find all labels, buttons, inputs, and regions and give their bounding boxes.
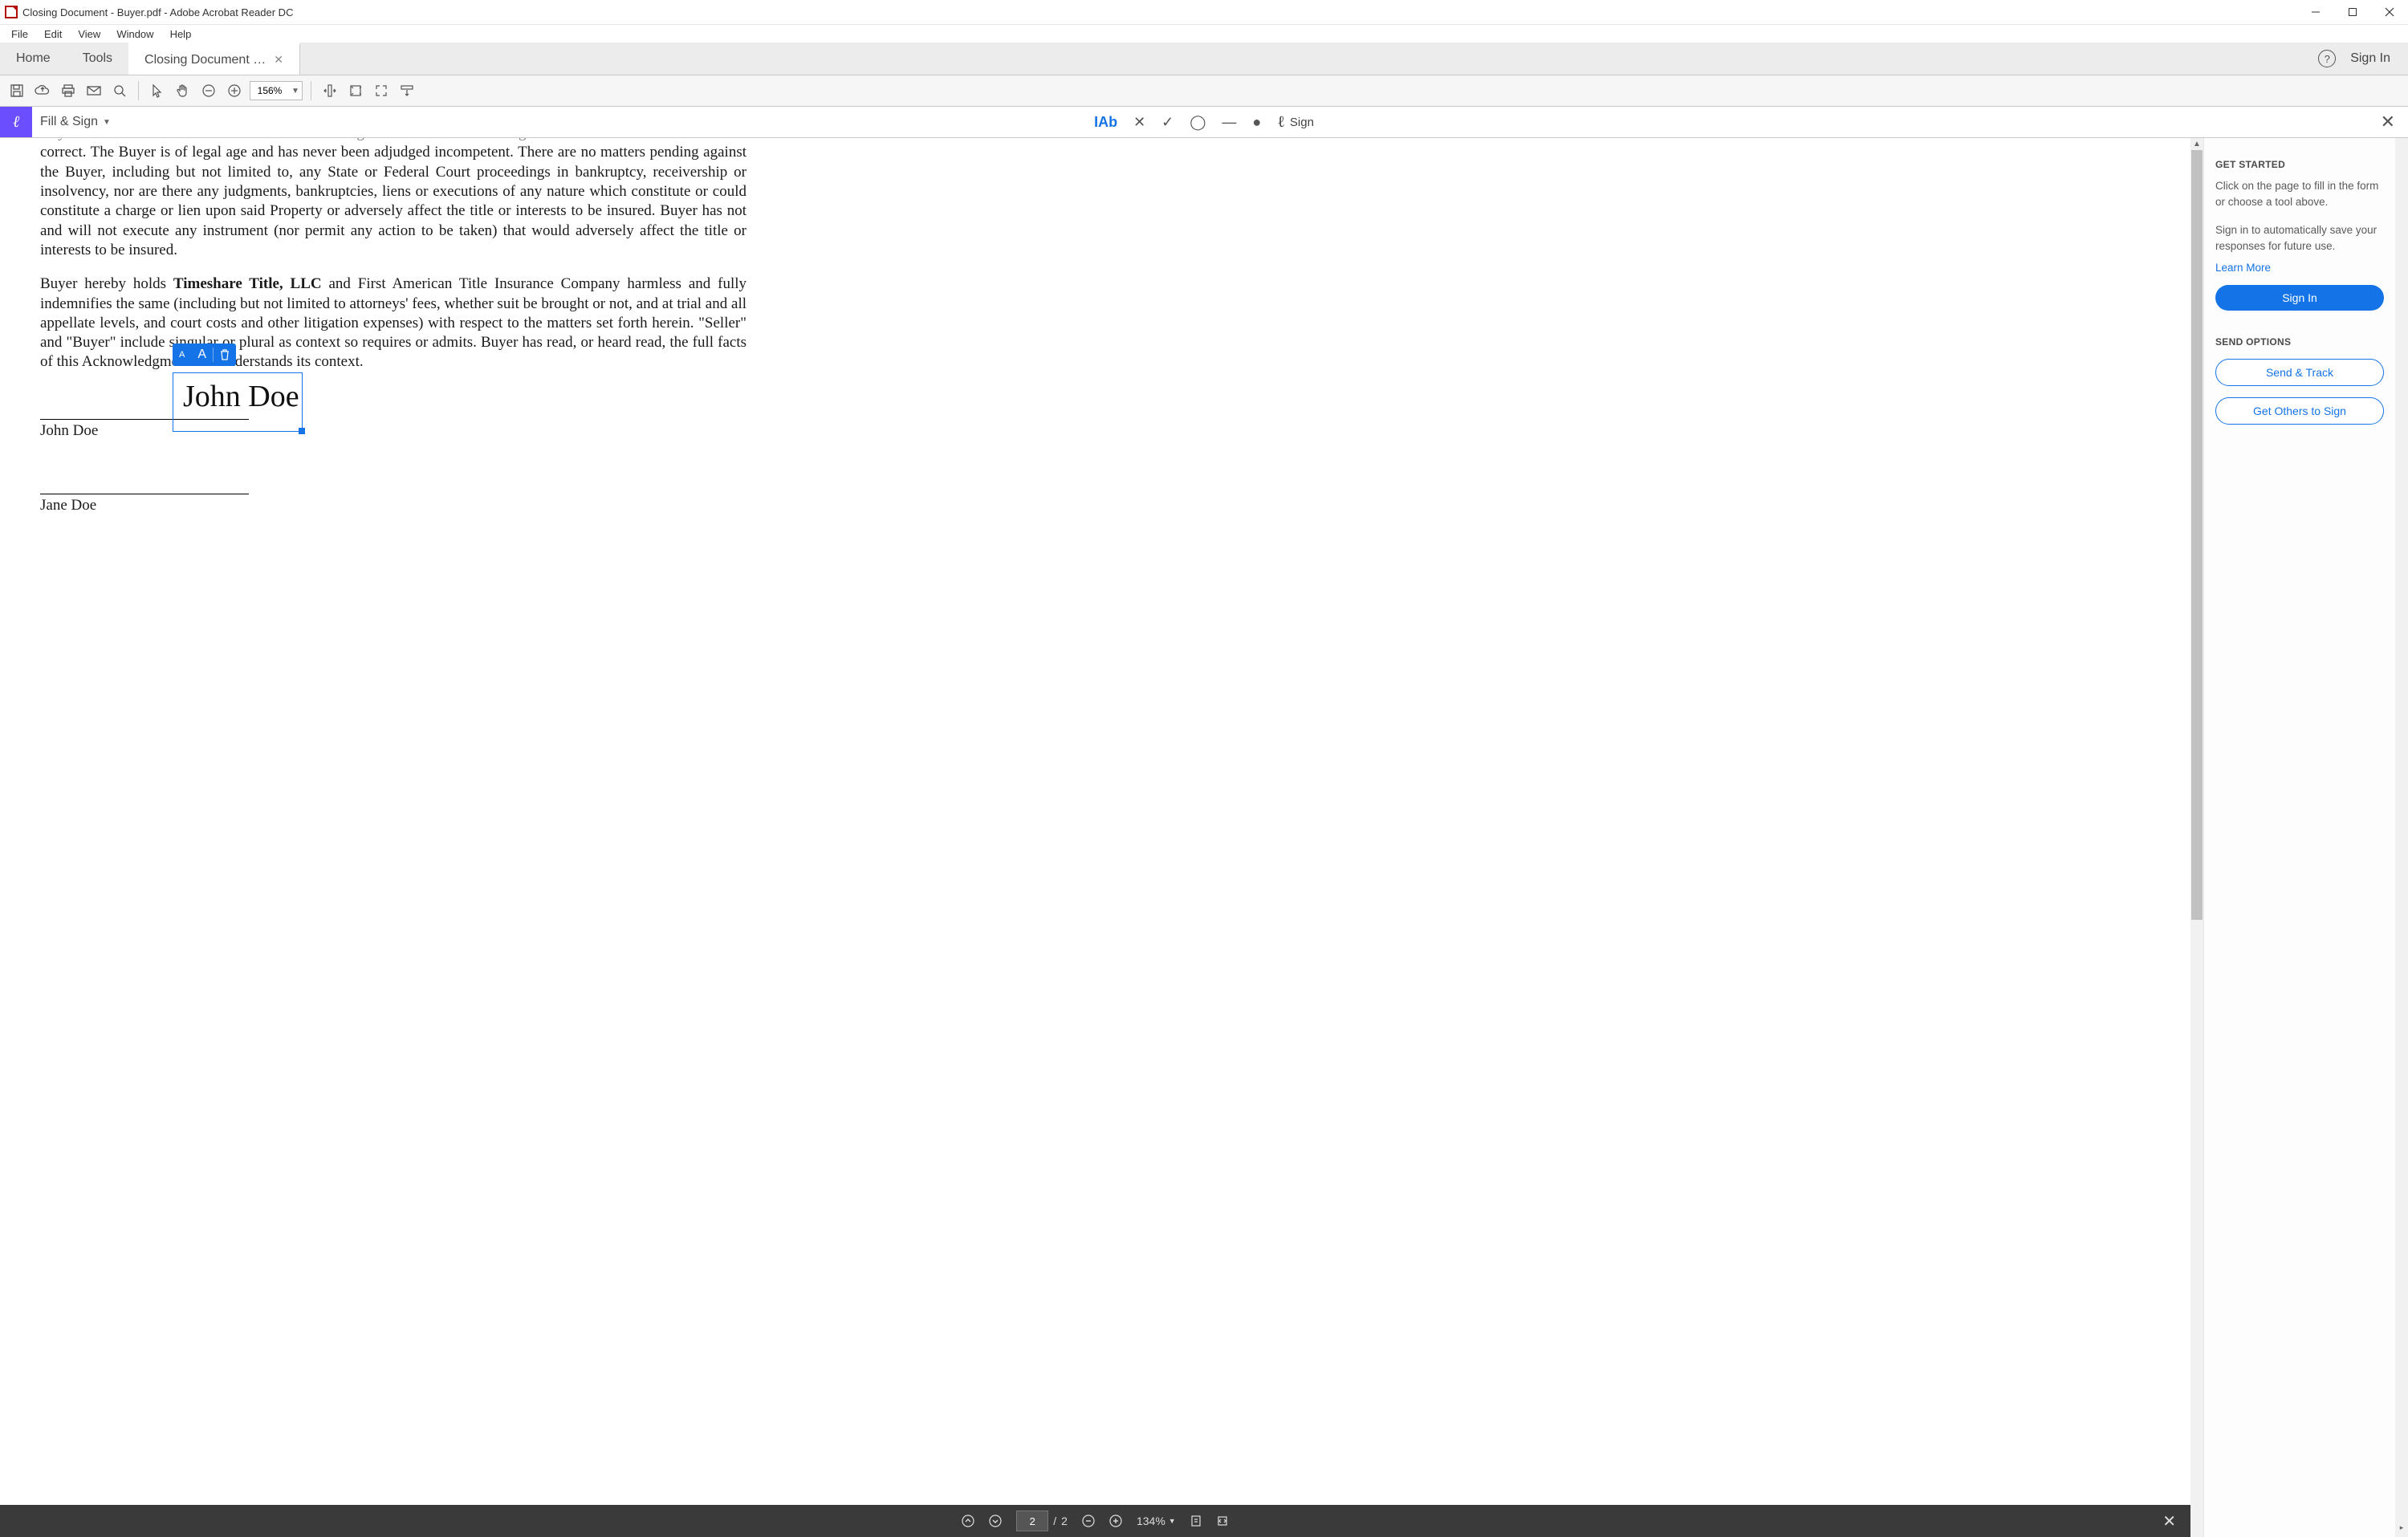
learn-more-link[interactable]: Learn More [2215,262,2384,274]
fit-width-bottom-icon[interactable] [1216,1515,1229,1527]
add-circle-tool[interactable]: ◯ [1190,114,1206,131]
add-text-tool[interactable]: IAb [1094,114,1117,131]
menu-help[interactable]: Help [164,26,198,42]
cloud-icon[interactable] [32,80,53,101]
bottom-zoom-dropdown[interactable]: 134% ▼ [1137,1515,1176,1527]
zoom-out-icon[interactable] [198,80,219,101]
scroll-up-icon[interactable]: ▲ [2193,140,2201,148]
zoom-in-icon[interactable] [224,80,245,101]
side-panel: GET STARTED Click on the page to fill in… [2203,138,2395,1537]
window-minimize-button[interactable] [2297,0,2334,24]
signature-line-2 [40,468,249,494]
menubar: File Edit View Window Help [0,25,2408,43]
paragraph-1: correct. The Buyer is of legal age and h… [40,143,746,260]
add-x-tool[interactable]: ✕ [1133,114,1145,131]
page-nav-bar: / 2 134% ▼ ✕ [0,1505,2190,1537]
zoom-level-input[interactable]: ▼ [250,81,303,100]
zoom-dropdown-icon[interactable]: ▼ [289,87,302,96]
delete-signature-button[interactable] [214,349,236,360]
add-dot-tool[interactable]: ● [1252,114,1261,131]
add-line-tool[interactable]: — [1222,114,1236,131]
app-icon [5,6,18,18]
search-icon[interactable] [109,80,130,101]
page-down-icon[interactable] [989,1515,1002,1527]
bottom-zoom-in-icon[interactable] [1109,1515,1122,1527]
page-total: 2 [1061,1515,1068,1527]
font-smaller-button[interactable]: A [173,350,191,360]
bottom-zoom-out-icon[interactable] [1082,1515,1095,1527]
send-track-button[interactable]: Send & Track [2215,359,2384,386]
add-check-tool[interactable]: ✓ [1161,114,1173,131]
sign-tool[interactable]: ℓ Sign [1277,113,1314,132]
zoom-level-field[interactable] [250,84,289,97]
page-number-box: / 2 [1016,1511,1068,1531]
window-close-button[interactable] [2371,0,2408,24]
sign-icon: ℓ [1277,113,1285,132]
page-up-icon[interactable] [962,1515,974,1527]
fit-one-page-icon[interactable] [1190,1515,1202,1527]
fill-sign-icon: ℓ [0,107,32,137]
arrow-cursor-icon[interactable] [147,80,168,101]
tabs-row: Home Tools Closing Document … ✕ ? Sign I… [0,43,2408,75]
fullscreen-icon[interactable] [371,80,392,101]
fill-sign-dropdown[interactable]: Fill & Sign ▼ [32,115,119,129]
fill-sign-close-icon[interactable]: ✕ [2381,112,2408,132]
signature-selection-box[interactable] [173,372,303,432]
tab-tools[interactable]: Tools [67,43,128,75]
signer-name-2: Jane Doe [40,496,746,515]
tab-home[interactable]: Home [0,43,67,75]
fit-width-icon[interactable] [319,80,340,101]
page-number-input[interactable] [1016,1511,1048,1531]
menu-file[interactable]: File [5,26,35,42]
paragraph-cutoff: Buyer's marital status as reflected in t… [40,138,746,143]
signin-link[interactable]: Sign In [2350,51,2390,66]
font-larger-button[interactable]: A [191,348,213,362]
panel-collapse-arrow[interactable]: ▸ [2395,138,2408,1537]
menu-edit[interactable]: Edit [38,26,68,42]
menu-window[interactable]: Window [110,26,160,42]
fill-sign-label: Fill & Sign [40,115,98,129]
help-icon[interactable]: ? [2318,50,2336,67]
get-started-text-2: Sign in to automatically save your respo… [2215,222,2384,254]
signature-edit-toolbar: A A [173,344,236,366]
save-icon[interactable] [6,80,27,101]
signer-name-1: John Doe [40,421,746,441]
print-icon[interactable] [58,80,79,101]
vertical-scrollbar[interactable]: ▲ [2190,138,2203,1537]
main-toolbar: ▼ [0,75,2408,107]
read-mode-icon[interactable] [397,80,417,101]
tab-document[interactable]: Closing Document … ✕ [128,43,300,75]
pdf-page: Buyer's marital status as reflected in t… [40,138,746,515]
get-started-text-1: Click on the page to fill in the form or… [2215,178,2384,209]
hand-icon[interactable] [173,80,193,101]
fit-page-icon[interactable] [345,80,366,101]
sign-label: Sign [1290,116,1314,129]
mail-icon[interactable] [83,80,104,101]
page-separator: / [1053,1515,1056,1527]
document-viewport[interactable]: Buyer's marital status as reflected in t… [0,138,2190,1537]
fill-sign-caret-icon: ▼ [103,118,111,127]
fill-sign-bar: ℓ Fill & Sign ▼ IAb ✕ ✓ ◯ — ● ℓ Sign ✕ [0,107,2408,138]
scroll-thumb[interactable] [2191,150,2203,920]
signin-button[interactable]: Sign In [2215,285,2384,311]
window-titlebar: Closing Document - Buyer.pdf - Adobe Acr… [0,0,2408,25]
window-title: Closing Document - Buyer.pdf - Adobe Acr… [22,6,293,18]
paragraph-2: Buyer hereby holds Timeshare Title, LLC … [40,274,746,372]
resize-handle[interactable] [299,428,305,434]
get-others-sign-button[interactable]: Get Others to Sign [2215,397,2384,425]
get-started-heading: GET STARTED [2215,159,2384,170]
tab-document-label: Closing Document … [144,53,266,67]
bottom-zoom-value: 134% [1137,1515,1165,1527]
tab-close-icon[interactable]: ✕ [274,53,283,67]
window-maximize-button[interactable] [2334,0,2371,24]
bottom-bar-close-icon[interactable]: ✕ [2162,1511,2176,1531]
bottom-zoom-caret-icon: ▼ [1169,1517,1176,1525]
menu-view[interactable]: View [71,26,107,42]
send-options-heading: SEND OPTIONS [2215,336,2384,348]
